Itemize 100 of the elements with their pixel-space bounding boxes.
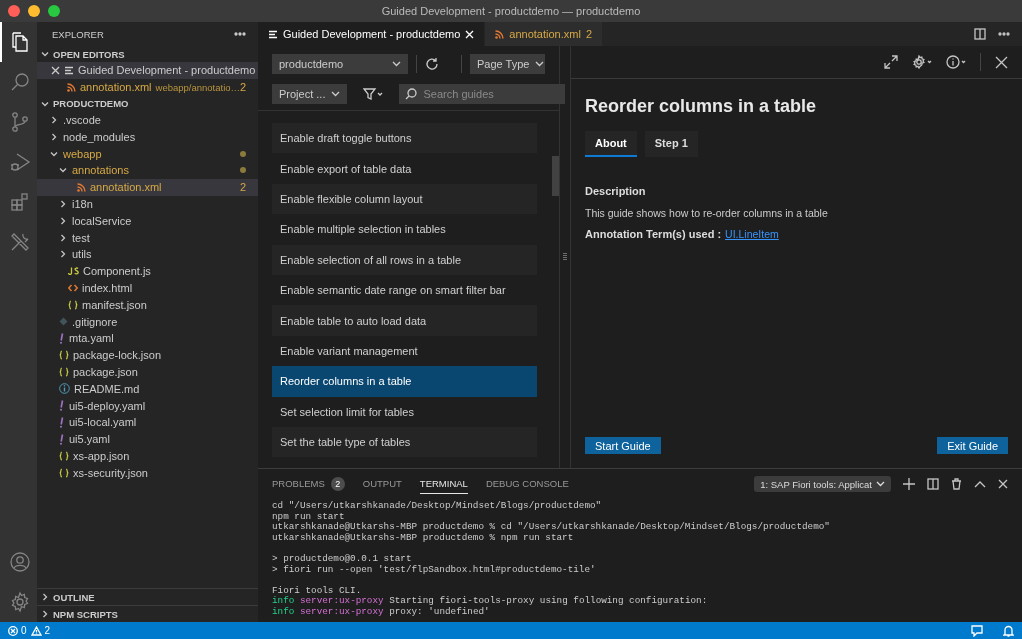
guide-list-item[interactable]: Set the table type of tables	[272, 426, 537, 458]
guide-list-item[interactable]: Enable semantic date range on smart filter bar	[272, 274, 537, 306]
bell-icon	[1003, 624, 1014, 637]
annotation-label: Annotation Term(s) used :	[585, 228, 722, 240]
guide-list-item[interactable]: Enable selection of all rows in a table	[272, 244, 537, 275]
warnings-indicator[interactable]: 2	[30, 625, 51, 636]
folder-item[interactable]: test	[37, 229, 258, 246]
info-icon	[946, 55, 966, 69]
file-item[interactable]: Component.js	[37, 262, 258, 280]
guide-tab[interactable]: Step 1	[644, 131, 698, 157]
panel-tab[interactable]: OUTPUT	[362, 474, 402, 494]
guide-list-item[interactable]: Set selection limit for tables	[272, 396, 537, 427]
search-field[interactable]: Search guides	[399, 84, 566, 104]
panel-tab[interactable]: TERMINAL	[419, 474, 468, 494]
file-item[interactable]: package-lock.json	[37, 346, 258, 364]
section-heading: Description	[585, 185, 647, 197]
close-window-button[interactable]	[8, 5, 20, 17]
chevron-down-icon	[40, 49, 50, 59]
guide-list-item[interactable]: Enable table to auto load data	[272, 305, 537, 336]
terminal-line: Fiori tools CLI.	[272, 585, 363, 596]
more-icon	[998, 32, 1010, 36]
guide-list-item[interactable]: Enable export of table data	[272, 153, 537, 184]
folder-item[interactable]: .vscode	[37, 111, 258, 129]
file-item[interactable]: package.json	[37, 363, 258, 381]
curly-braces-icon	[59, 467, 69, 478]
file-item[interactable]: xs-app.json	[37, 447, 258, 465]
scrollbar-thumb[interactable]	[552, 156, 559, 196]
split-icon	[927, 478, 939, 490]
file-item[interactable]: README.md	[37, 380, 258, 398]
section-header[interactable]: PRODUCTDEMO	[37, 95, 258, 112]
chevron-right-icon	[49, 115, 59, 125]
editor-tab[interactable]: annotation.xml 2	[485, 22, 603, 46]
file-item[interactable]: ui5.yaml	[37, 430, 258, 448]
panel-tab[interactable]: DEBUG CONSOLE	[485, 474, 569, 494]
guide-list-item[interactable]: Enable multiple selection in tables	[272, 214, 537, 245]
errors-indicator[interactable]: 0	[8, 625, 27, 636]
open-editor-item[interactable]: annotation.xml webapp/annotatio…2	[37, 78, 258, 96]
lines-icon	[64, 65, 74, 75]
gear-icon	[912, 55, 932, 69]
file-item[interactable]: mta.yaml	[37, 329, 258, 347]
rss-icon	[67, 82, 76, 92]
file-item[interactable]: ui5-local.yaml	[37, 413, 258, 431]
start-guide-button[interactable]: Start Guide	[585, 437, 661, 454]
grip-icon	[563, 252, 567, 262]
guide-tab[interactable]: About	[585, 131, 637, 157]
folder-item[interactable]: utils	[37, 245, 258, 263]
file-item[interactable]: .gitignore	[37, 313, 258, 330]
window-title: Guided Development - productdemo — productdemo	[381, 5, 641, 17]
terminal-line: > fiori run --open 'test/flpSandbox.html#productdemo-tile'	[272, 564, 597, 576]
guide-list-item[interactable]: Enable draft toggle buttons	[272, 123, 537, 154]
file-item[interactable]: index.html	[37, 279, 258, 297]
exit-guide-button[interactable]: Exit Guide	[937, 437, 1008, 454]
guide-list-item[interactable]: Enable flexible column layout	[272, 183, 537, 215]
chevron-down-icon	[535, 61, 545, 67]
terminal-line: utkarshkanade@Utkarshs-MBP productdemo % npm run start	[272, 532, 575, 544]
guide-list-item[interactable]: Enable variant management	[272, 335, 537, 367]
page-type-dropdown[interactable]: Page Type	[470, 54, 545, 74]
lines-icon	[268, 29, 278, 39]
file-item[interactable]: xs-security.json	[37, 464, 258, 482]
zoom-window-button[interactable]	[48, 5, 60, 17]
modified-dot	[240, 150, 246, 157]
chevron-down-icon	[331, 91, 341, 97]
folder-item[interactable]: annotations	[37, 162, 258, 179]
js-file-icon	[68, 267, 79, 276]
warning-icon	[30, 625, 42, 636]
exclamation-icon	[59, 433, 65, 445]
folder-item[interactable]: webapp	[37, 145, 258, 162]
exclamation-icon	[59, 400, 65, 412]
folder-item[interactable]: i18n	[37, 195, 258, 213]
chevron-right-icon	[58, 198, 68, 209]
annotation-link[interactable]: UI.LineItem	[725, 228, 779, 240]
terminal-dropdown[interactable]: 1: SAP Fiori tools: Applicat	[754, 476, 891, 492]
extensions-icon	[8, 191, 31, 213]
file-item[interactable]: annotation.xml 2	[37, 178, 258, 196]
project-filter-dropdown[interactable]: Project ...	[272, 84, 348, 104]
section-header[interactable]: OUTLINE	[37, 588, 258, 605]
description-text: This guide shows how to re-order columns in a table	[585, 207, 829, 219]
application-dropdown[interactable]: productdemo	[272, 54, 408, 74]
file-item[interactable]: manifest.json	[37, 296, 258, 314]
panel-tab[interactable]: PROBLEMS 2	[272, 474, 345, 494]
curly-braces-icon	[68, 299, 78, 310]
close-icon	[998, 479, 1008, 489]
person-icon	[8, 551, 31, 573]
section-header[interactable]: OPEN EDITORS	[37, 46, 258, 62]
expand-icon	[884, 55, 898, 69]
sidebar-title: EXPLORER	[52, 28, 104, 40]
folder-item[interactable]: node_modules	[37, 128, 258, 146]
filter-icon	[363, 88, 384, 100]
code-brackets-icon	[68, 283, 78, 292]
chevron-right-icon	[58, 249, 68, 260]
guide-list-item[interactable]: Reorder columns in a table	[272, 366, 537, 397]
file-item[interactable]: ui5-deploy.yaml	[37, 397, 258, 414]
guide-title: Reorder columns in a table	[585, 96, 818, 117]
editor-tab[interactable]: Guided Development - productdemo	[258, 22, 486, 46]
folder-item[interactable]: localService	[37, 212, 258, 230]
minimize-window-button[interactable]	[28, 5, 40, 17]
open-editor-item[interactable]: Guided Development - productdemo	[37, 62, 258, 79]
terminal-line: cd "/Users/utkarshkanade/Desktop/Mindset/Blogs/productdemo"	[272, 501, 603, 512]
terminal-line: utkarshkanade@Utkarshs-MBP productdemo % cd "/Users/utkarshkanade/Desktop/Mindset/Blogs/productdemo"	[272, 522, 831, 533]
chevron-down-icon	[392, 61, 401, 67]
